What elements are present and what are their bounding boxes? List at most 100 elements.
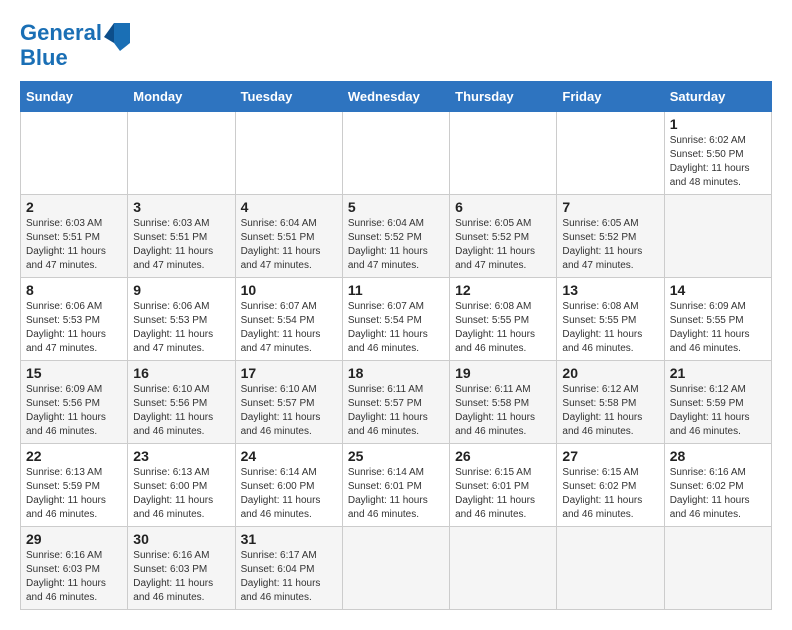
day-header-saturday: Saturday [664,81,771,111]
day-number: 2 [26,199,122,215]
day-info: Sunrise: 6:03 AMSunset: 5:51 PMDaylight:… [133,217,229,273]
day-info: Sunrise: 6:16 AMSunset: 6:02 PMDaylight:… [670,466,766,522]
calendar-cell: 22Sunrise: 6:13 AMSunset: 5:59 PMDayligh… [21,443,128,526]
day-number: 9 [133,282,229,298]
day-info: Sunrise: 6:07 AMSunset: 5:54 PMDaylight:… [241,300,337,356]
logo-line2: Blue [20,45,102,70]
day-info: Sunrise: 6:11 AMSunset: 5:58 PMDaylight:… [455,383,551,439]
calendar-cell: 7 Sunrise: 6:05 AMSunset: 5:52 PMDaylight… [557,194,664,277]
calendar-cell: 16Sunrise: 6:10 AMSunset: 5:56 PMDayligh… [128,360,235,443]
day-number: 1 [670,116,766,132]
day-info: Sunrise: 6:17 AMSunset: 6:04 PMDaylight:… [241,549,337,605]
day-header-tuesday: Tuesday [235,81,342,111]
day-info: Sunrise: 6:03 AMSunset: 5:51 PMDaylight:… [26,217,122,273]
day-info: Sunrise: 6:06 AMSunset: 5:53 PMDaylight:… [133,300,229,356]
calendar-cell: 9 Sunrise: 6:06 AMSunset: 5:53 PMDaylight… [128,277,235,360]
day-info: Sunrise: 6:07 AMSunset: 5:54 PMDaylight:… [348,300,444,356]
calendar-cell: 30Sunrise: 6:16 AMSunset: 6:03 PMDayligh… [128,526,235,609]
page-header: General Blue [20,20,772,71]
calendar-cell: 1 Sunrise: 6:02 AMSunset: 5:50 PMDaylight… [664,111,771,194]
calendar-cell: 6 Sunrise: 6:05 AMSunset: 5:52 PMDaylight… [450,194,557,277]
calendar-cell: 29Sunrise: 6:16 AMSunset: 6:03 PMDayligh… [21,526,128,609]
calendar-cell: 8 Sunrise: 6:06 AMSunset: 5:53 PMDaylight… [21,277,128,360]
calendar-cell [235,111,342,194]
day-number: 29 [26,531,122,547]
calendar-cell: 18Sunrise: 6:11 AMSunset: 5:57 PMDayligh… [342,360,449,443]
calendar-cell: 12 Sunrise: 6:08 AMSunset: 5:55 PMDayligh… [450,277,557,360]
calendar-cell: 15Sunrise: 6:09 AMSunset: 5:56 PMDayligh… [21,360,128,443]
calendar-week-2: 2 Sunrise: 6:03 AMSunset: 5:51 PMDaylight… [21,194,772,277]
calendar-header-row: SundayMondayTuesdayWednesdayThursdayFrid… [21,81,772,111]
calendar-cell: 31Sunrise: 6:17 AMSunset: 6:04 PMDayligh… [235,526,342,609]
day-info: Sunrise: 6:05 AMSunset: 5:52 PMDaylight:… [562,217,658,273]
calendar-cell: 26 Sunrise: 6:15 AMSunset: 6:01 PMDayligh… [450,443,557,526]
day-number: 6 [455,199,551,215]
day-info: Sunrise: 6:06 AMSunset: 5:53 PMDaylight:… [26,300,122,356]
day-number: 4 [241,199,337,215]
day-info: Sunrise: 6:13 AMSunset: 5:59 PMDaylight:… [26,466,122,522]
calendar-cell: 25Sunrise: 6:14 AMSunset: 6:01 PMDayligh… [342,443,449,526]
day-info: Sunrise: 6:09 AMSunset: 5:55 PMDaylight:… [670,300,766,356]
calendar-cell: 21Sunrise: 6:12 AMSunset: 5:59 PMDayligh… [664,360,771,443]
calendar-cell [450,526,557,609]
day-header-monday: Monday [128,81,235,111]
day-header-thursday: Thursday [450,81,557,111]
day-number: 7 [562,199,658,215]
day-number: 12 [455,282,551,298]
calendar-cell [342,111,449,194]
calendar-week-4: 15Sunrise: 6:09 AMSunset: 5:56 PMDayligh… [21,360,772,443]
day-info: Sunrise: 6:02 AMSunset: 5:50 PMDaylight:… [670,134,766,190]
day-number: 17 [241,365,337,381]
calendar-cell: 20 Sunrise: 6:12 AMSunset: 5:58 PMDayligh… [557,360,664,443]
calendar-cell [557,111,664,194]
day-number: 25 [348,448,444,464]
day-info: Sunrise: 6:12 AMSunset: 5:58 PMDaylight:… [562,383,658,439]
day-number: 20 [562,365,658,381]
day-number: 10 [241,282,337,298]
calendar-week-5: 22Sunrise: 6:13 AMSunset: 5:59 PMDayligh… [21,443,772,526]
calendar-cell [128,111,235,194]
calendar-cell: 14 Sunrise: 6:09 AMSunset: 5:55 PMDayligh… [664,277,771,360]
calendar-cell: 11 Sunrise: 6:07 AMSunset: 5:54 PMDayligh… [342,277,449,360]
day-info: Sunrise: 6:16 AMSunset: 6:03 PMDaylight:… [133,549,229,605]
day-number: 3 [133,199,229,215]
calendar-cell [557,526,664,609]
day-info: Sunrise: 6:13 AMSunset: 6:00 PMDaylight:… [133,466,229,522]
day-info: Sunrise: 6:05 AMSunset: 5:52 PMDaylight:… [455,217,551,273]
calendar-cell: 17Sunrise: 6:10 AMSunset: 5:57 PMDayligh… [235,360,342,443]
day-number: 27 [562,448,658,464]
day-info: Sunrise: 6:15 AMSunset: 6:02 PMDaylight:… [562,466,658,522]
calendar-cell: 27 Sunrise: 6:15 AMSunset: 6:02 PMDayligh… [557,443,664,526]
day-number: 24 [241,448,337,464]
logo-line1: General [20,20,102,45]
day-info: Sunrise: 6:09 AMSunset: 5:56 PMDaylight:… [26,383,122,439]
day-number: 18 [348,365,444,381]
calendar-cell [342,526,449,609]
day-info: Sunrise: 6:04 AMSunset: 5:51 PMDaylight:… [241,217,337,273]
day-number: 19 [455,365,551,381]
day-info: Sunrise: 6:08 AMSunset: 5:55 PMDaylight:… [455,300,551,356]
day-number: 11 [348,282,444,298]
day-header-wednesday: Wednesday [342,81,449,111]
calendar-cell: 3 Sunrise: 6:03 AMSunset: 5:51 PMDaylight… [128,194,235,277]
calendar-cell: 24 Sunrise: 6:14 AMSunset: 6:00 PMDayligh… [235,443,342,526]
logo-icon [104,21,136,57]
calendar-cell: 13Sunrise: 6:08 AMSunset: 5:55 PMDayligh… [557,277,664,360]
day-number: 8 [26,282,122,298]
day-number: 16 [133,365,229,381]
day-info: Sunrise: 6:14 AMSunset: 6:00 PMDaylight:… [241,466,337,522]
logo: General Blue [20,20,136,71]
day-info: Sunrise: 6:15 AMSunset: 6:01 PMDaylight:… [455,466,551,522]
day-header-sunday: Sunday [21,81,128,111]
calendar-cell: 28Sunrise: 6:16 AMSunset: 6:02 PMDayligh… [664,443,771,526]
day-number: 5 [348,199,444,215]
day-number: 14 [670,282,766,298]
calendar-cell [664,194,771,277]
calendar-cell [21,111,128,194]
calendar-cell: 4 Sunrise: 6:04 AMSunset: 5:51 PMDaylight… [235,194,342,277]
day-info: Sunrise: 6:12 AMSunset: 5:59 PMDaylight:… [670,383,766,439]
calendar-cell: 19 Sunrise: 6:11 AMSunset: 5:58 PMDayligh… [450,360,557,443]
calendar-table: SundayMondayTuesdayWednesdayThursdayFrid… [20,81,772,610]
day-number: 26 [455,448,551,464]
calendar-cell: 2 Sunrise: 6:03 AMSunset: 5:51 PMDaylight… [21,194,128,277]
